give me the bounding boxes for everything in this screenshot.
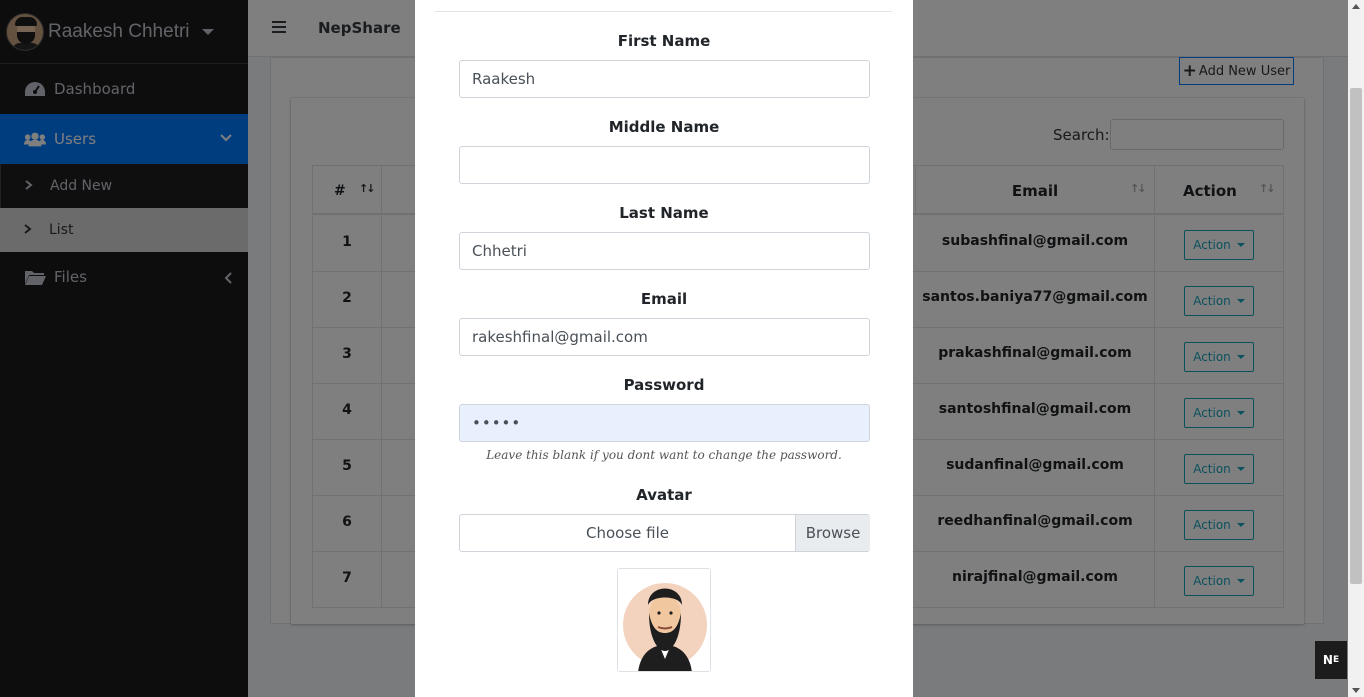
password-field[interactable]: ••••• (459, 404, 870, 442)
avatar-illustration-icon (623, 583, 707, 671)
choose-file-text[interactable]: Choose file (460, 515, 795, 551)
ne-logo-icon[interactable]: NE (1315, 641, 1347, 679)
password-label: Password (623, 376, 705, 394)
email-field[interactable]: rakeshfinal@gmail.com (459, 318, 870, 356)
password-hint: Leave this blank if you dont want to cha… (486, 448, 842, 462)
email-label: Email (640, 290, 688, 308)
edit-user-modal: First Name Raakesh Middle Name Last Name… (415, 0, 913, 697)
last-name-field[interactable]: Chhetri (459, 232, 870, 270)
avatar-label: Avatar (636, 486, 692, 504)
middle-name-label: Middle Name (608, 118, 720, 136)
scrollbar[interactable] (1348, 0, 1364, 697)
avatar-preview (617, 568, 711, 672)
middle-name-field[interactable] (459, 146, 870, 184)
avatar-file-input[interactable]: Choose file Browse (459, 514, 870, 552)
scroll-down-icon[interactable] (1352, 688, 1360, 693)
first-name-label: First Name (617, 32, 711, 50)
last-name-label: Last Name (619, 204, 709, 222)
first-name-field[interactable]: Raakesh (459, 60, 870, 98)
scroll-up-icon[interactable] (1352, 4, 1360, 9)
browse-button[interactable]: Browse (795, 515, 870, 551)
divider (435, 11, 892, 12)
scroll-thumb[interactable] (1350, 88, 1362, 584)
